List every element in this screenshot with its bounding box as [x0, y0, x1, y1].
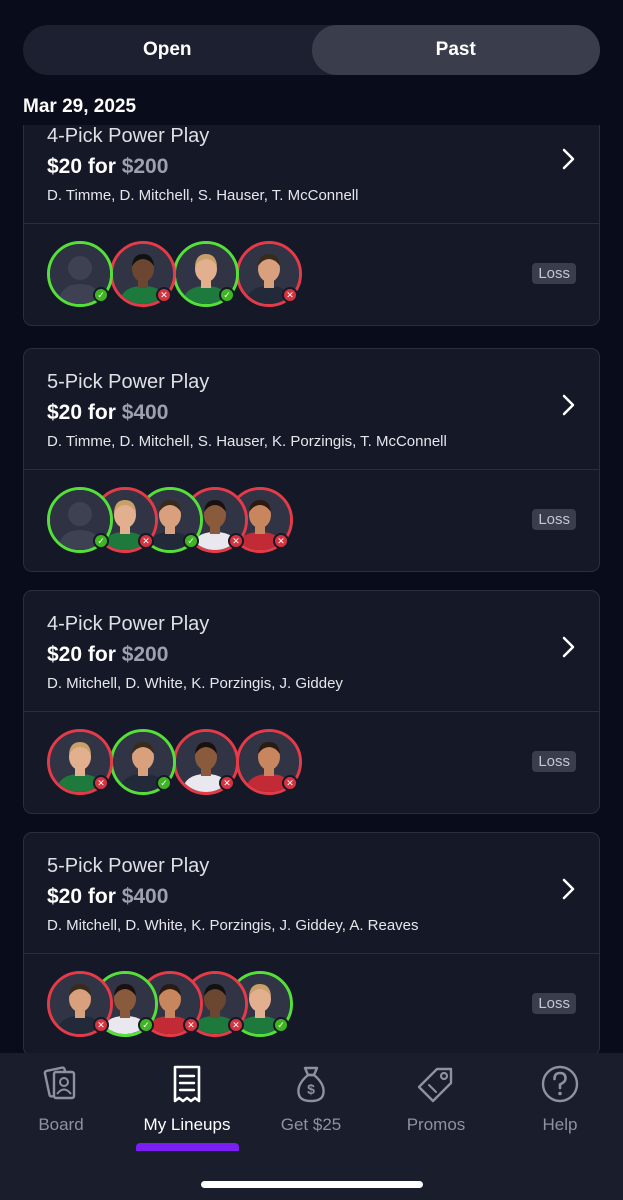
- help-circle-icon: [541, 1065, 579, 1103]
- card-divider: [24, 223, 599, 224]
- tab-help[interactable]: Help: [505, 1063, 615, 1135]
- lineup-card[interactable]: 5-Pick Power Play $20 for $400 D. Timme,…: [23, 348, 600, 572]
- lineup-price: $20 for $200: [47, 643, 169, 666]
- result-badge: Loss: [532, 509, 576, 530]
- tab-label: Board: [38, 1115, 84, 1134]
- lineup-title: 5-Pick Power Play: [47, 855, 210, 877]
- check-icon: ✓: [156, 775, 172, 791]
- lineup-title: 4-Pick Power Play: [47, 613, 210, 635]
- x-icon: ✕: [156, 287, 172, 303]
- result-badge: Loss: [532, 263, 576, 284]
- open-past-segmented-control: Open Past: [23, 25, 600, 75]
- check-icon: ✓: [219, 287, 235, 303]
- lineup-title: 5-Pick Power Play: [47, 371, 210, 393]
- x-icon: ✕: [183, 1017, 199, 1033]
- svg-text:$: $: [307, 1081, 315, 1097]
- player-avatars: ✓ ✕ ✓ ✕ ✕: [47, 487, 347, 555]
- card-divider: [24, 469, 599, 470]
- bottom-tab-bar: Board My Lineups $ Get $25 Promos Help: [0, 1053, 623, 1200]
- open-tab-button[interactable]: Open: [23, 25, 312, 75]
- x-icon: ✕: [138, 533, 154, 549]
- tab-label: Get $25: [280, 1115, 342, 1134]
- x-icon: ✕: [282, 287, 298, 303]
- receipt-icon: [173, 1065, 201, 1103]
- x-icon: ✕: [228, 1017, 244, 1033]
- money-bag-icon: $: [297, 1066, 325, 1103]
- lineup-title: 4-Pick Power Play: [47, 125, 210, 147]
- chevron-right-icon[interactable]: [561, 635, 577, 659]
- tab-get-25[interactable]: $ Get $25: [256, 1063, 366, 1135]
- x-icon: ✕: [282, 775, 298, 791]
- lineup-price: $20 for $200: [47, 155, 169, 178]
- payout-amount: $400: [121, 401, 169, 424]
- tab-label: My Lineups: [143, 1115, 231, 1134]
- lineup-list[interactable]: 4-Pick Power Play $20 for $200 D. Timme,…: [0, 125, 623, 1055]
- date-header: Mar 29, 2025: [23, 96, 137, 117]
- x-icon: ✕: [219, 775, 235, 791]
- x-icon: ✕: [93, 1017, 109, 1033]
- result-badge: Loss: [532, 751, 576, 772]
- lineup-card-header[interactable]: 4-Pick Power Play $20 for $200 D. Mitche…: [24, 591, 599, 711]
- lineup-card-header[interactable]: 4-Pick Power Play $20 for $200 D. Timme,…: [24, 125, 599, 223]
- x-icon: ✕: [228, 533, 244, 549]
- tab-board[interactable]: Board: [6, 1063, 116, 1135]
- lineup-card[interactable]: 4-Pick Power Play $20 for $200 D. Timme,…: [23, 125, 600, 326]
- active-tab-indicator: [136, 1143, 239, 1151]
- tab-label: Help: [542, 1115, 578, 1134]
- payout-amount: $200: [121, 155, 169, 178]
- player-avatars: ✕ ✓ ✕ ✕ ✓: [47, 971, 347, 1039]
- x-icon: ✕: [93, 775, 109, 791]
- check-icon: ✓: [273, 1017, 289, 1033]
- x-icon: ✕: [273, 533, 289, 549]
- lineup-card[interactable]: 5-Pick Power Play $20 for $400 D. Mitche…: [23, 832, 600, 1055]
- check-icon: ✓: [183, 533, 199, 549]
- tab-label: Promos: [406, 1115, 466, 1134]
- tab-promos[interactable]: Promos: [381, 1063, 491, 1135]
- lineup-price: $20 for $400: [47, 401, 169, 424]
- price-tag-icon: [417, 1067, 453, 1103]
- chevron-right-icon[interactable]: [561, 147, 577, 171]
- player-avatars: ✓ ✕ ✓ ✕: [47, 241, 347, 309]
- lineup-players: D. Mitchell, D. White, K. Porzingis, J. …: [47, 917, 419, 934]
- lineup-price: $20 for $400: [47, 885, 169, 908]
- lineup-players: D. Timme, D. Mitchell, S. Hauser, T. McC…: [47, 187, 359, 204]
- home-indicator[interactable]: [201, 1181, 423, 1188]
- player-avatars: ✕ ✓ ✕ ✕: [47, 729, 347, 797]
- chevron-right-icon[interactable]: [561, 877, 577, 901]
- check-icon: ✓: [93, 287, 109, 303]
- card-divider: [24, 711, 599, 712]
- tab-my-lineups[interactable]: My Lineups: [132, 1063, 242, 1135]
- check-icon: ✓: [138, 1017, 154, 1033]
- lineup-players: D. Timme, D. Mitchell, S. Hauser, K. Por…: [47, 433, 447, 450]
- result-badge: Loss: [532, 993, 576, 1014]
- lineup-card-header[interactable]: 5-Pick Power Play $20 for $400 D. Mitche…: [24, 833, 599, 953]
- payout-amount: $200: [121, 643, 169, 666]
- past-tab-button[interactable]: Past: [311, 25, 600, 75]
- card-divider: [24, 953, 599, 954]
- board-cards-icon: [43, 1066, 76, 1100]
- check-icon: ✓: [93, 533, 109, 549]
- lineup-card-header[interactable]: 5-Pick Power Play $20 for $400 D. Timme,…: [24, 349, 599, 469]
- chevron-right-icon[interactable]: [561, 393, 577, 417]
- lineup-players: D. Mitchell, D. White, K. Porzingis, J. …: [47, 675, 343, 692]
- lineup-card[interactable]: 4-Pick Power Play $20 for $200 D. Mitche…: [23, 590, 600, 814]
- payout-amount: $400: [121, 885, 169, 908]
